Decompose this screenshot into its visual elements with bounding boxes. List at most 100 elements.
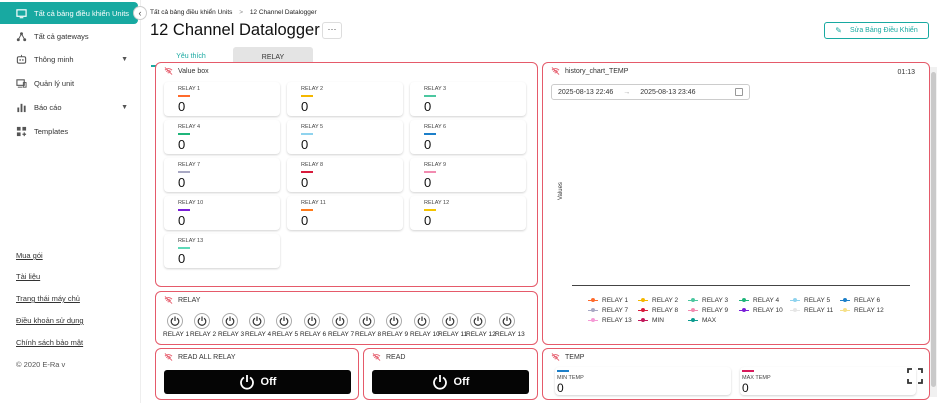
- power-icon: [362, 316, 372, 326]
- value-item-color-bar: [424, 209, 436, 211]
- value-item-relay-12: RELAY 12 0: [410, 196, 526, 230]
- relay-7-power-button[interactable]: [332, 313, 348, 329]
- footer-link-terms[interactable]: Điều khoản sử dụng: [16, 316, 84, 325]
- value-item-label: RELAY 13: [178, 238, 204, 244]
- legend-item-relay-2[interactable]: RELAY 2: [638, 297, 678, 304]
- legend-item-relay-12[interactable]: RELAY 12: [840, 307, 884, 314]
- read-all-relay-state: Off: [260, 376, 277, 388]
- relay-5-power-button[interactable]: [276, 313, 292, 329]
- legend-label: RELAY 7: [602, 307, 629, 314]
- legend-item-relay-11[interactable]: RELAY 11: [790, 307, 833, 314]
- edit-dashboard-button[interactable]: ✎ Sửa Bảng Điều Khiển: [824, 22, 929, 39]
- legend-item-relay-6[interactable]: RELAY 6: [840, 297, 880, 304]
- legend-item-relay-9[interactable]: RELAY 9: [688, 307, 728, 314]
- value-item-relay-8: RELAY 8 0: [287, 158, 403, 192]
- sidebar-item-all-dashboards[interactable]: Tất cả bảng điều khiển Units: [0, 2, 138, 24]
- legend-marker: [638, 318, 648, 322]
- value-item-color-bar: [301, 209, 313, 211]
- legend-item-min[interactable]: MIN: [638, 317, 664, 324]
- read-toggle-button[interactable]: Off: [372, 370, 529, 394]
- relay-2-power-button[interactable]: [194, 313, 210, 329]
- date-range-picker[interactable]: 2025-08-13 22:46 → 2025-08-13 23:46: [551, 84, 750, 100]
- sidebar-item-label: Thông minh: [34, 54, 74, 64]
- sidebar-item-gateways[interactable]: Tất cả gateways: [0, 25, 138, 47]
- value-item-relay-11: RELAY 11 0: [287, 196, 403, 230]
- chart-ylabel: Values: [558, 182, 564, 200]
- value-item-color-bar: [424, 95, 436, 97]
- value-box-header: Value box: [164, 67, 209, 75]
- max-temp-item: MAX TEMP 0: [740, 367, 916, 395]
- app-root: Tất cả bảng điều khiển Units ‹ Tất cả ga…: [0, 0, 945, 403]
- footer-link-privacy[interactable]: Chính sách bảo mật: [16, 338, 83, 347]
- footer-link-server-status[interactable]: Trang thái máy chủ: [16, 294, 80, 303]
- power-icon: [432, 375, 447, 390]
- legend-item-relay-3[interactable]: RELAY 3: [688, 297, 728, 304]
- footer-link-docs[interactable]: Tài liệu: [16, 272, 40, 281]
- max-temp-color-bar: [742, 370, 754, 372]
- sidebar-item-automation[interactable]: Thông minh ▼: [0, 48, 138, 70]
- wifi-off-icon: [164, 67, 173, 75]
- arrow-right-icon: →: [623, 88, 631, 96]
- legend-label: RELAY 11: [804, 307, 834, 314]
- scrollbar-thumb[interactable]: [931, 72, 936, 387]
- relay-6-label: RELAY 6: [300, 331, 327, 338]
- legend-item-relay-10[interactable]: RELAY 10: [739, 307, 783, 314]
- legend-item-relay-7[interactable]: RELAY 7: [588, 307, 628, 314]
- value-item-color-bar: [301, 171, 313, 173]
- relay-4-power-button[interactable]: [249, 313, 265, 329]
- relay-1-power-button[interactable]: [167, 313, 183, 329]
- legend-item-max[interactable]: MAX: [688, 317, 716, 324]
- pencil-icon: ✎: [835, 26, 842, 35]
- more-options-button[interactable]: ···: [322, 22, 342, 39]
- relay-9-power-button[interactable]: [386, 313, 402, 329]
- relay-13-label: RELAY 13: [495, 331, 525, 338]
- relay-11-power-button[interactable]: [442, 313, 458, 329]
- sidebar-item-templates[interactable]: Templates: [0, 120, 138, 142]
- legend-item-relay-4[interactable]: RELAY 4: [739, 297, 779, 304]
- copyright: © 2020 E-Ra v: [16, 360, 66, 369]
- value-box-title: Value box: [178, 67, 209, 75]
- wifi-off-icon: [551, 353, 560, 361]
- legend-item-relay-5[interactable]: RELAY 5: [790, 297, 830, 304]
- legend-item-relay-8[interactable]: RELAY 8: [638, 307, 678, 314]
- unit-icon: [16, 78, 27, 88]
- value-item-color-bar: [178, 209, 190, 211]
- value-item-label: RELAY 5: [301, 124, 324, 130]
- legend-marker: [739, 308, 749, 312]
- sidebar-item-label: Quản lý unit: [34, 78, 75, 88]
- relay-10-power-button[interactable]: [414, 313, 430, 329]
- sidebar-collapse-button[interactable]: ‹: [133, 6, 147, 20]
- calendar-icon: [735, 88, 743, 96]
- fullscreen-icon[interactable]: [906, 367, 924, 385]
- sidebar-item-units[interactable]: Quản lý unit: [0, 72, 138, 94]
- edit-dashboard-label: Sửa Bảng Điều Khiển: [849, 27, 918, 34]
- power-icon: [170, 316, 180, 326]
- relay-6-power-button[interactable]: [304, 313, 320, 329]
- value-item-relay-4: RELAY 4 0: [164, 120, 280, 154]
- read-all-relay-header: READ ALL RELAY: [164, 353, 236, 361]
- relay-8-power-button[interactable]: [359, 313, 375, 329]
- wifi-off-icon: [372, 353, 381, 361]
- legend-item-relay-1[interactable]: RELAY 1: [588, 297, 628, 304]
- sidebar-item-label: Tất cả gateways: [34, 31, 89, 41]
- value-item-color-bar: [178, 171, 190, 173]
- relay-13-power-button[interactable]: [499, 313, 515, 329]
- value-item-label: RELAY 9: [424, 162, 447, 168]
- read-all-relay-toggle-button[interactable]: Off: [164, 370, 351, 394]
- relay-12-power-button[interactable]: [470, 313, 486, 329]
- breadcrumb: Tất cả bảng điều khiển Units > 12 Channe…: [150, 9, 317, 16]
- legend-item-relay-13[interactable]: RELAY 13: [588, 317, 632, 324]
- wifi-off-icon: [164, 296, 173, 304]
- relay-2-label: RELAY 2: [190, 331, 217, 338]
- relay-3-power-button[interactable]: [222, 313, 238, 329]
- history-chart-header: history_chart_TEMP: [551, 67, 628, 75]
- value-item-color-bar: [178, 95, 190, 97]
- sidebar-item-reports[interactable]: Báo cáo ▼: [0, 96, 138, 118]
- value-item-label: RELAY 12: [424, 200, 450, 206]
- value-item-relay-3: RELAY 3 0: [410, 82, 526, 116]
- breadcrumb-item-all-dashboards[interactable]: Tất cả bảng điều khiển Units: [150, 9, 232, 16]
- max-temp-value: 0: [742, 381, 749, 395]
- value-item-label: RELAY 10: [178, 200, 204, 206]
- value-item-label: RELAY 11: [301, 200, 326, 206]
- footer-link-plans[interactable]: Mua gói: [16, 251, 43, 260]
